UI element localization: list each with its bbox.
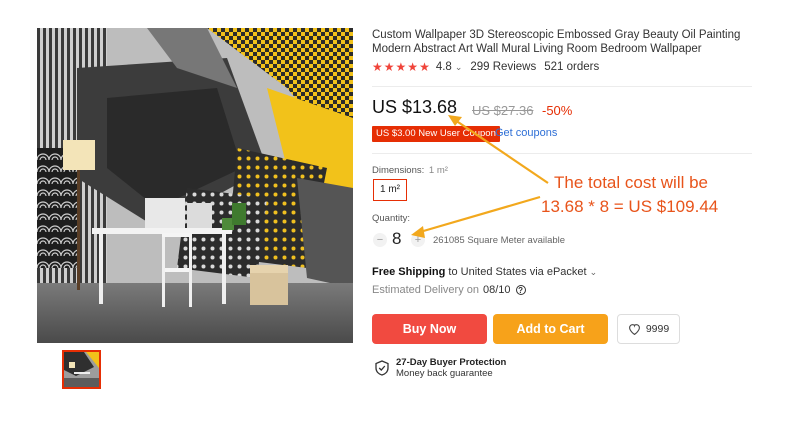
annotation-arrow-to-price <box>454 119 549 184</box>
annotation-text-line2: 13.68 * 8 = US $109.44 <box>541 197 719 216</box>
annotation-arrowhead-quantity <box>411 226 425 238</box>
annotation-text-line1: The total cost will be <box>554 173 709 192</box>
annotation-arrow-to-quantity <box>419 195 541 234</box>
